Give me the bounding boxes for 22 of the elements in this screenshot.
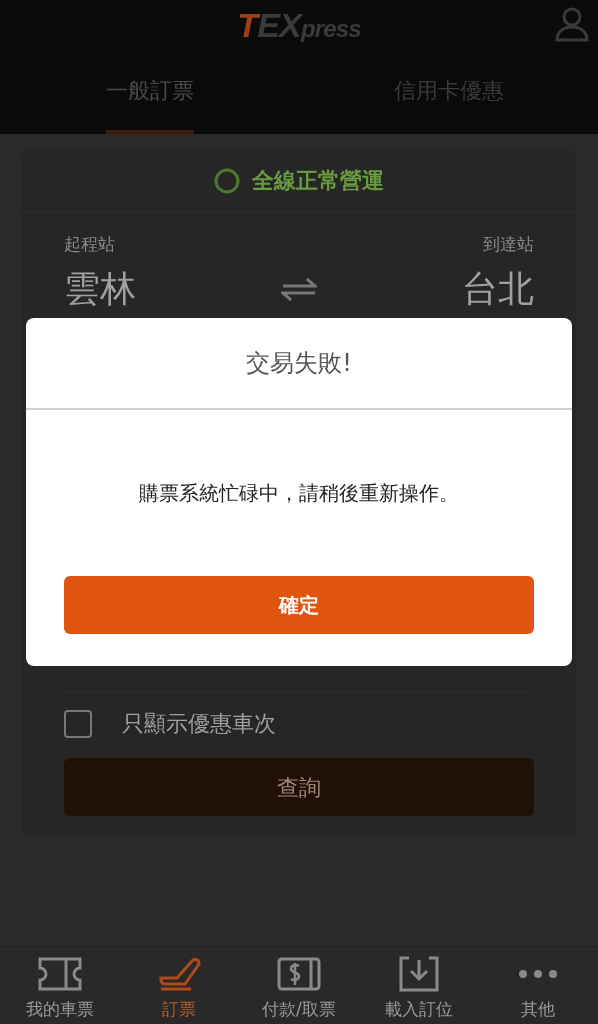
dialog-message: 購票系統忙碌中，請稍後重新操作。 [139,480,459,507]
nav-item[interactable]: 載入訂位 [358,947,479,1024]
checkbox-label: 只顯示優惠車次 [122,710,276,738]
dialog-title: 交易失敗! [246,348,352,379]
nav-item[interactable]: 付款/取票 [239,947,359,1024]
more-icon [518,968,559,979]
station-label: 起程站 [64,233,116,256]
swap-icon[interactable] [281,276,317,302]
checkbox[interactable] [64,709,92,738]
confirm-button[interactable]: 確定 [64,576,534,634]
nav-item[interactable]: 其他 [478,947,598,1024]
station-label: 到達站 [483,233,534,256]
nav-item[interactable]: 我的車票 [0,947,120,1024]
search-button[interactable]: 查詢 [64,758,534,816]
arrival-station[interactable]: 台北 [462,261,534,316]
seat-icon [157,955,202,992]
ticket-icon [37,956,82,991]
status-circle-icon [214,167,240,194]
nav-item[interactable]: 訂票 [119,947,240,1024]
dollar-card-icon [277,956,321,991]
departure-station[interactable]: 雲林 [64,261,136,316]
service-status: 全線正常營運 [252,167,384,195]
